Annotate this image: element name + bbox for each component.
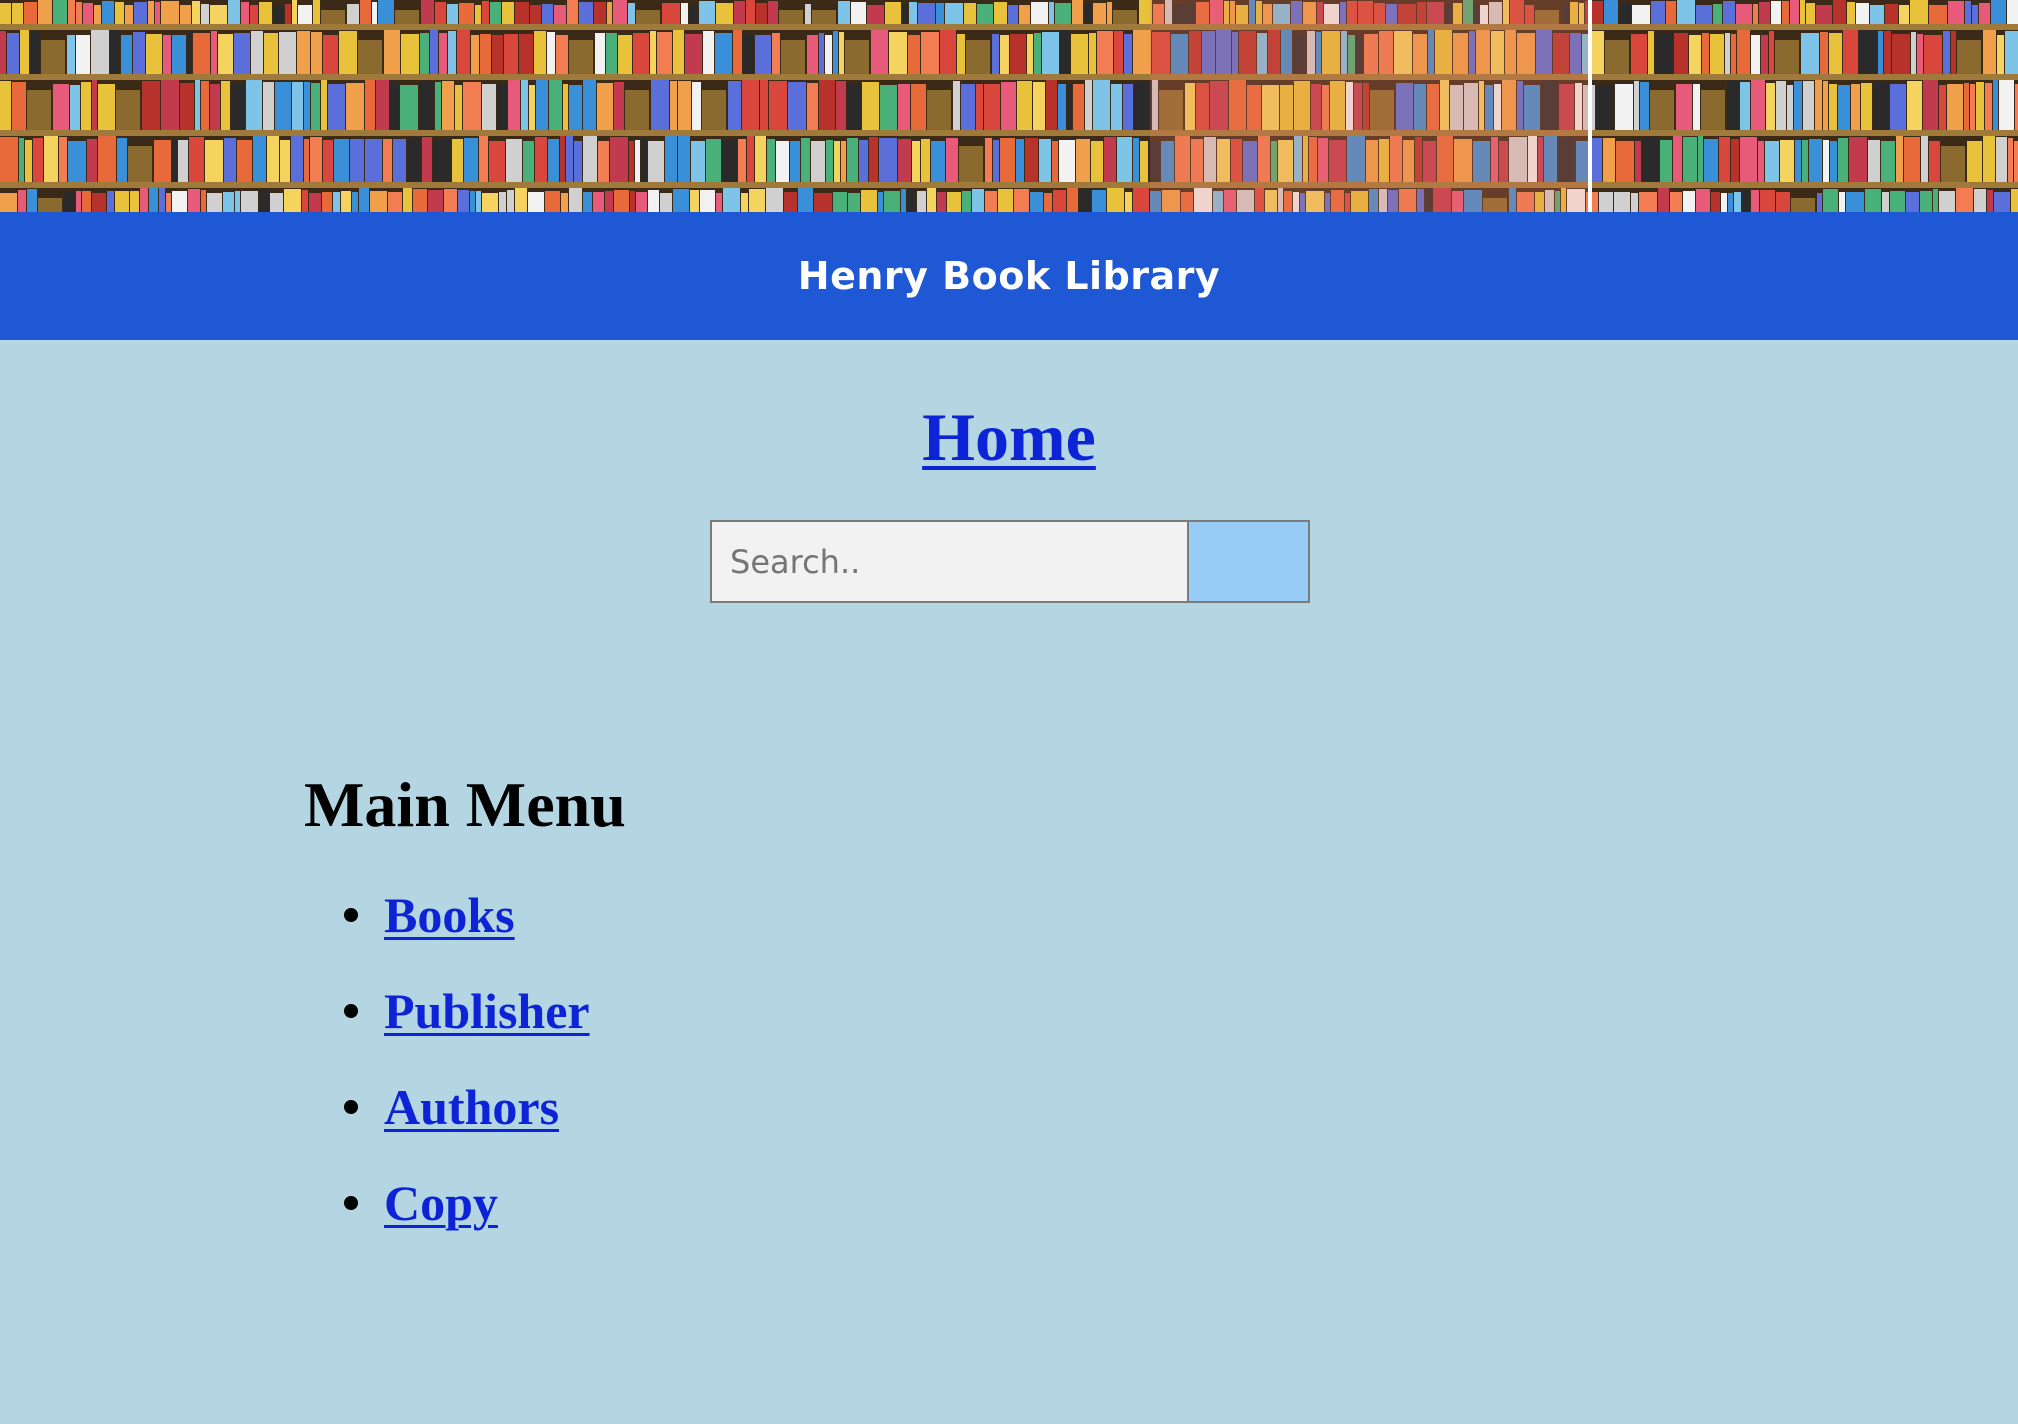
- site-title: Henry Book Library: [797, 254, 1221, 298]
- site-header: Henry Book Library: [0, 212, 2018, 340]
- home-heading: Home: [0, 398, 2018, 477]
- books-link[interactable]: Books: [384, 887, 515, 943]
- menu-item-copy: Copy: [304, 1168, 590, 1264]
- home-link[interactable]: Home: [922, 399, 1096, 475]
- bullet-icon: [344, 1004, 358, 1018]
- bookshelf-banner-image: [0, 0, 2018, 212]
- bullet-icon: [344, 1196, 358, 1210]
- search-button[interactable]: [1189, 520, 1310, 603]
- menu-item-books: Books: [304, 880, 590, 976]
- main-menu-list: Books Publisher Authors Copy: [304, 880, 590, 1264]
- bullet-icon: [344, 908, 358, 922]
- search-form: [710, 520, 1310, 603]
- copy-link[interactable]: Copy: [384, 1175, 498, 1231]
- authors-link[interactable]: Authors: [384, 1079, 559, 1135]
- search-input[interactable]: [710, 520, 1189, 603]
- menu-item-authors: Authors: [304, 1072, 590, 1168]
- menu-item-publisher: Publisher: [304, 976, 590, 1072]
- publisher-link[interactable]: Publisher: [384, 983, 590, 1039]
- bullet-icon: [344, 1100, 358, 1114]
- main-menu-heading: Main Menu: [304, 769, 626, 840]
